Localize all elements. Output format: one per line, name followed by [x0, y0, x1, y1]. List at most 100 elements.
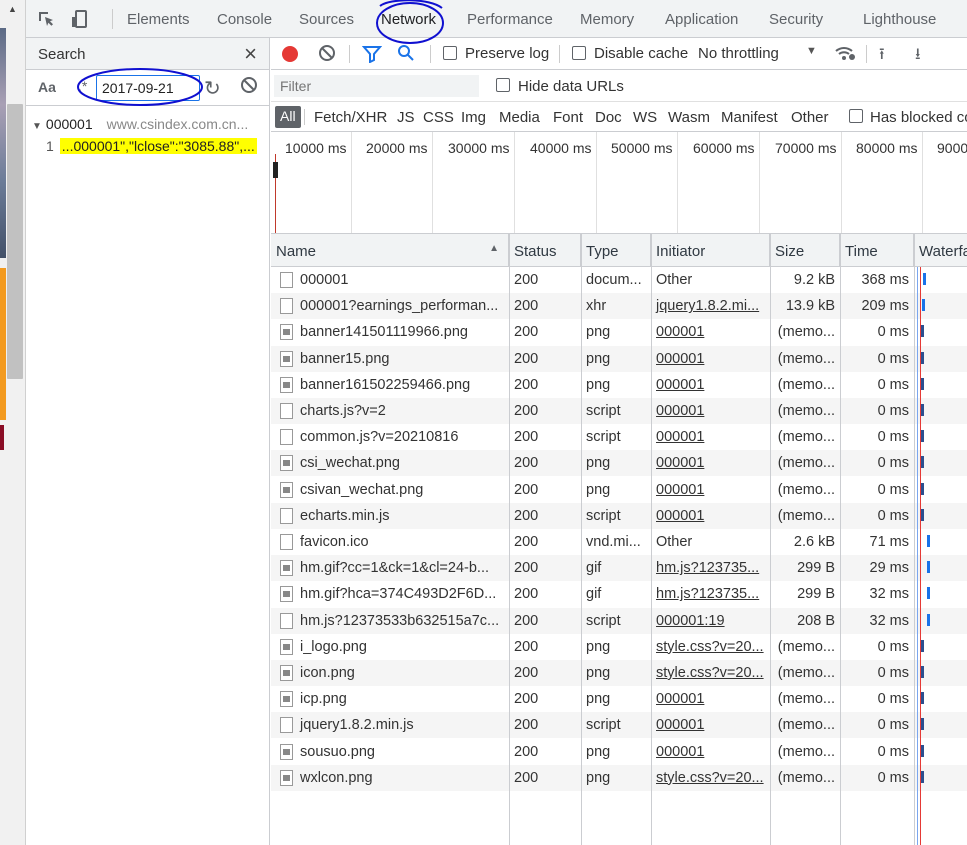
cell-initiator[interactable]: 000001	[651, 346, 770, 372]
tab-console[interactable]: Console	[217, 11, 272, 28]
tab-lighthouse[interactable]: Lighthouse	[863, 11, 936, 28]
cell-initiator[interactable]: 000001	[651, 450, 770, 476]
column-header-time[interactable]: Time	[840, 234, 914, 267]
cell-initiator[interactable]: 000001	[651, 477, 770, 503]
table-row[interactable]: banner161502259466.png 200 png 000001 (memo.…	[271, 372, 967, 398]
page-scrollbar-thumb[interactable]	[7, 104, 23, 379]
table-row[interactable]: csivan_wechat.png 200 png 000001 (memo... 0 m…	[271, 477, 967, 503]
tab-application[interactable]: Application	[665, 11, 738, 28]
table-row[interactable]: hm.gif?cc=1&ck=1&cl=24-b... 200 gif hm.js?1…	[271, 555, 967, 582]
cell-initiator[interactable]: 000001	[651, 503, 770, 529]
close-icon[interactable]: ×	[244, 41, 257, 67]
table-row[interactable]: i_logo.png 200 png style.css?v=20... (memo..…	[271, 634, 967, 660]
table-row[interactable]: charts.js?v=2 200 script 000001 (memo... 0 ms	[271, 398, 967, 424]
has-blocked-cookies-checkbox[interactable]	[849, 109, 863, 123]
filter-icon[interactable]	[361, 45, 383, 66]
record-button[interactable]	[282, 46, 298, 62]
cell-initiator[interactable]: style.css?v=20...	[651, 634, 770, 660]
type-filter-js[interactable]: JS	[397, 109, 415, 126]
clear-log-icon[interactable]	[318, 44, 336, 65]
table-row[interactable]: jquery1.8.2.min.js 200 script 000001 (memo..…	[271, 712, 967, 739]
cell-initiator[interactable]: hm.js?123735...	[651, 555, 770, 581]
tab-performance[interactable]: Performance	[467, 11, 553, 28]
refresh-icon[interactable]: ↻	[204, 76, 221, 101]
tab-security[interactable]: Security	[769, 11, 823, 28]
type-filter-manifest[interactable]: Manifest	[721, 109, 778, 126]
clear-search-icon[interactable]	[240, 76, 258, 97]
table-row[interactable]: favicon.ico 200 vnd.mi... Other 2.6 kB 71 ms	[271, 529, 967, 555]
cell-initiator[interactable]: style.css?v=20...	[651, 660, 770, 686]
type-filter-img[interactable]: Img	[461, 109, 486, 126]
cell-initiator[interactable]: 000001	[651, 686, 770, 712]
export-har-icon[interactable]: ⭳	[915, 43, 921, 70]
tab-sources[interactable]: Sources	[299, 11, 354, 28]
table-row[interactable]: common.js?v=20210816 200 script 000001 (memo…	[271, 424, 967, 450]
search-icon[interactable]	[397, 44, 415, 65]
throttling-select[interactable]: No throttling	[698, 45, 779, 62]
table-row[interactable]: icp.png 200 png 000001 (memo... 0 ms	[271, 686, 967, 712]
type-filter-wasm[interactable]: Wasm	[668, 109, 710, 126]
table-row[interactable]: banner141501119966.png 200 png 000001 (memo.…	[271, 319, 967, 345]
table-row[interactable]: 000001 200 docum... Other 9.2 kB 368 ms	[271, 267, 967, 293]
column-header-name[interactable]: Name ▲	[271, 234, 509, 267]
table-row[interactable]: hm.gif?hca=374C493D2F6D... 200 gif hm.js?12…	[271, 581, 967, 607]
cell-initiator[interactable]: 000001	[651, 712, 770, 738]
disable-cache-checkbox[interactable]	[572, 46, 586, 60]
column-header-initiator[interactable]: Initiator	[651, 234, 770, 267]
match-case-toggle[interactable]: Aa	[38, 79, 56, 95]
type-filter-media[interactable]: Media	[499, 109, 540, 126]
network-overview-timeline[interactable]: 10000 ms 20000 ms 30000 ms 40000 ms 5000…	[271, 132, 967, 234]
column-header-status[interactable]: Status	[509, 234, 581, 267]
cell-initiator[interactable]: jquery1.8.2.mi...	[651, 293, 770, 319]
cell-initiator[interactable]: 000001	[651, 398, 770, 424]
type-filter-all[interactable]: All	[275, 106, 301, 128]
scroll-up-icon[interactable]: ▲	[8, 4, 17, 14]
hide-data-urls-checkbox[interactable]	[496, 78, 510, 92]
table-row[interactable]: 000001?earnings_performan... 200 xhr jquery…	[271, 293, 967, 320]
table-row[interactable]: wxlcon.png 200 png style.css?v=20... (memo..…	[271, 764, 967, 791]
table-row[interactable]: sousuo.png 200 png 000001 (memo... 0 ms	[271, 739, 967, 765]
cell-initiator[interactable]: 000001:19	[651, 608, 770, 634]
cell-initiator[interactable]: 000001	[651, 319, 770, 345]
expand-triangle-icon[interactable]: ▼	[32, 121, 42, 132]
preserve-log-checkbox[interactable]	[443, 46, 457, 60]
filter-input[interactable]	[274, 75, 479, 97]
cell-initiator[interactable]: 000001	[651, 424, 770, 450]
cell-type: png	[586, 638, 611, 655]
table-row[interactable]: echarts.min.js 200 script 000001 (memo... 0 m…	[271, 502, 967, 529]
cell-initiator[interactable]: 000001	[651, 739, 770, 765]
type-filter-ws[interactable]: WS	[633, 109, 657, 126]
chevron-down-icon[interactable]: ▼	[806, 45, 817, 57]
cell-initiator[interactable]: 000001	[651, 372, 770, 398]
regex-toggle[interactable]: .*	[78, 78, 87, 94]
search-input[interactable]	[96, 75, 200, 101]
type-filter-fetch-xhr[interactable]: Fetch/XHR	[314, 109, 387, 126]
table-row[interactable]: banner15.png 200 png 000001 (memo... 0 ms	[271, 345, 967, 372]
search-result-file[interactable]: ▼ 000001 www.csindex.com.cn...	[32, 116, 266, 134]
import-har-icon[interactable]: ⭱	[879, 43, 885, 70]
cell-initiator[interactable]: hm.js?123735...	[651, 581, 770, 607]
cell-initiator[interactable]: style.css?v=20...	[651, 765, 770, 791]
table-row[interactable]: csi_wechat.png 200 png 000001 (memo... 0 ms	[271, 450, 967, 477]
waterfall-bar	[921, 351, 924, 364]
cell-time: 0 ms	[877, 481, 909, 498]
cell-size: (memo...	[777, 769, 835, 786]
column-header-size[interactable]: Size	[770, 234, 840, 267]
column-header-type[interactable]: Type	[581, 234, 651, 267]
device-toolbar-icon[interactable]	[70, 9, 90, 29]
network-conditions-icon[interactable]	[834, 44, 856, 65]
type-filter-font[interactable]: Font	[553, 109, 583, 126]
inspect-element-icon[interactable]	[36, 9, 56, 29]
tab-elements[interactable]: Elements	[127, 11, 190, 28]
column-divider	[509, 234, 510, 845]
type-filter-other[interactable]: Other	[791, 109, 829, 126]
table-row[interactable]: hm.js?12373533b632515a7c... 200 script 0000…	[271, 607, 967, 634]
column-header-waterfall[interactable]: Waterfa	[914, 234, 967, 267]
tab-memory[interactable]: Memory	[580, 11, 634, 28]
cell-time: 0 ms	[877, 691, 909, 708]
table-row[interactable]: icon.png 200 png style.css?v=20... (memo... 0…	[271, 660, 967, 686]
type-filter-doc[interactable]: Doc	[595, 109, 622, 126]
search-result-line[interactable]: 1 ...000001","lclose":"3085.88",...	[46, 138, 266, 156]
type-filter-css[interactable]: CSS	[423, 109, 454, 126]
tab-network[interactable]: Network	[381, 11, 436, 28]
